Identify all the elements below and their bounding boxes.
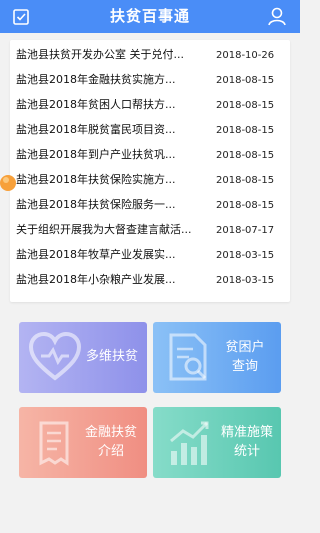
news-item[interactable]: 盐池县2018年贫困人口帮扶方... 2018-08-15 (10, 92, 290, 117)
news-date: 2018-08-15 (216, 150, 275, 161)
tile-label-line1: 金融扶贫 (84, 425, 137, 440)
tile-label: 精准施策 统计 (219, 423, 275, 461)
news-date: 2018-10-26 (216, 50, 275, 61)
news-title: 盐池县2018年脱贫富民项目资... (16, 123, 176, 136)
news-list: 盐池县扶贫开发办公室 关于兑付... 2018-10-26 盐池县2018年金融… (10, 40, 290, 302)
news-title: 盐池县2018年小杂粮产业发展... (16, 273, 176, 286)
news-item[interactable]: 盐池县2018年扶贫保险实施方... 2018-08-15 (10, 167, 290, 192)
app-header: 扶贫百事通 (0, 0, 300, 33)
news-item[interactable]: 盐池县2018年金融扶贫实施方... 2018-08-15 (10, 67, 290, 92)
news-item[interactable]: 盐池县2018年小杂粮产业发展... 2018-03-15 (10, 267, 290, 292)
tile-label: 金融扶贫 介绍 (83, 423, 139, 461)
news-item[interactable]: 盐池县扶贫开发办公室 关于兑付... 2018-10-26 (10, 42, 290, 67)
news-date: 2018-08-15 (216, 100, 275, 111)
news-item[interactable]: 盐池县2018年牧草产业发展实... 2018-03-15 (10, 242, 290, 267)
floating-ball-icon[interactable] (0, 172, 20, 194)
tile-label-line2: 统计 (233, 444, 260, 459)
precise-policy-stats-tile[interactable]: 精准施策 统计 (153, 407, 281, 478)
multi-dim-poverty-tile[interactable]: 多维扶贫 (19, 322, 147, 393)
user-icon[interactable] (266, 5, 288, 27)
news-title: 盐池县2018年扶贫保险服务一... (16, 198, 176, 211)
scroll-icon (39, 421, 69, 466)
news-title: 关于组织开展我为大督查建言献活... (16, 223, 192, 236)
news-date: 2018-07-17 (216, 225, 275, 236)
tile-label: 贫困户 查询 (225, 338, 265, 376)
tile-label-line2: 介绍 (97, 444, 124, 459)
news-title: 盐池县2018年扶贫保险实施方... (16, 173, 176, 186)
news-title: 盐池县2018年牧草产业发展实... (16, 248, 176, 261)
news-date: 2018-03-15 (216, 250, 275, 261)
app-title: 扶贫百事通 (109, 7, 190, 25)
bar-chart-icon (170, 421, 209, 465)
news-item[interactable]: 盐池县2018年脱贫富民项目资... 2018-08-15 (10, 117, 290, 142)
tile-label-line1: 贫困户 (225, 340, 265, 355)
news-item[interactable]: 盐池县2018年扶贫保险服务一... 2018-08-15 (10, 192, 290, 217)
news-date: 2018-03-15 (216, 275, 275, 286)
news-date: 2018-08-15 (216, 175, 275, 186)
news-item[interactable]: 盐池县2018年到户产业扶贫巩... 2018-08-15 (10, 142, 290, 167)
news-title: 盐池县2018年到户产业扶贫巩... (16, 148, 176, 161)
news-title: 盐池县2018年贫困人口帮扶方... (16, 98, 176, 111)
tile-label-line2: 查询 (231, 359, 258, 374)
poor-household-query-tile[interactable]: 贫困户 查询 (153, 322, 281, 393)
tile-label-line1: 精准施策 (220, 425, 273, 440)
news-date: 2018-08-15 (216, 125, 275, 136)
news-date: 2018-08-15 (216, 75, 275, 86)
document-search-icon (169, 333, 207, 381)
tile-label: 多维扶贫 (86, 349, 139, 364)
finance-poverty-intro-tile[interactable]: 金融扶贫 介绍 (19, 407, 147, 478)
news-item[interactable]: 关于组织开展我为大督查建言献活... 2018-07-17 (10, 217, 290, 242)
news-title: 盐池县扶贫开发办公室 关于兑付... (16, 48, 184, 61)
heart-icon (28, 331, 82, 381)
news-title: 盐池县2018年金融扶贫实施方... (16, 73, 176, 86)
news-date: 2018-08-15 (216, 200, 275, 211)
